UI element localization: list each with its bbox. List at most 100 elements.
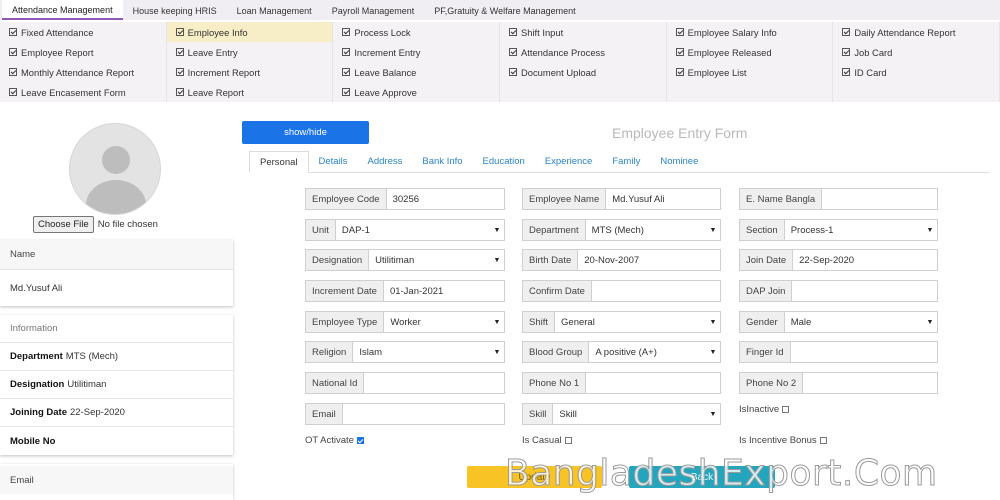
menu-item[interactable]: Employee List: [667, 62, 834, 82]
phone1-field[interactable]: Phone No 1: [522, 372, 721, 394]
nav-tab-attendance[interactable]: Attendance Management: [2, 0, 123, 20]
menu-item[interactable]: Employee Released: [667, 42, 834, 62]
choose-file-button[interactable]: Choose File: [33, 216, 94, 233]
edit-icon: [342, 88, 351, 96]
name-bangla-field[interactable]: E. Name Bangla: [739, 188, 938, 210]
menu-item[interactable]: Employee Report: [0, 42, 167, 62]
finger-id-field[interactable]: Finger Id: [739, 341, 938, 363]
checkbox-box[interactable]: [564, 437, 572, 444]
tab-bank-info[interactable]: Bank Info: [412, 151, 472, 172]
dap-join-field[interactable]: DAP Join: [739, 280, 938, 302]
phone2-field[interactable]: Phone No 2: [739, 372, 938, 394]
designation-select[interactable]: Designation Utilitiman ▼: [305, 249, 505, 271]
national-id-field[interactable]: National Id: [305, 372, 505, 394]
information-card: Information Department MTS (Mech) Designa…: [0, 315, 233, 455]
employee-name-field[interactable]: Employee Name Md.Yusuf Ali: [522, 188, 721, 210]
menu-item[interactable]: Process Lock: [333, 22, 500, 42]
is-incentive-bonus-checkbox[interactable]: Is Incentive Bonus: [739, 435, 827, 446]
edit-icon: [175, 28, 184, 36]
menu-item[interactable]: Leave Report: [167, 82, 334, 102]
confirm-date-field[interactable]: Confirm Date: [522, 280, 721, 302]
submenu-grid: Fixed Attendance Employee Info Process L…: [0, 22, 1000, 102]
department-select[interactable]: Department MTS (Mech) ▼: [522, 219, 721, 241]
dap-join-input[interactable]: [792, 281, 937, 301]
menu-empty: [500, 82, 667, 102]
birth-date-field[interactable]: Birth Date 20-Nov-2007: [522, 249, 721, 271]
tab-family[interactable]: Family: [602, 151, 650, 172]
nav-tab-loan[interactable]: Loan Management: [227, 0, 322, 20]
edit-icon: [509, 28, 517, 36]
gender-select[interactable]: Gender Male ▼: [739, 311, 938, 333]
blood-group-select[interactable]: Blood Group A positive (A+) ▼: [522, 341, 721, 363]
edit-icon: [9, 68, 17, 76]
menu-item[interactable]: Job Card: [833, 42, 1000, 62]
employee-type-select[interactable]: Employee Type Worker ▼: [305, 311, 505, 333]
edit-icon: [342, 68, 351, 76]
email-field[interactable]: Email: [305, 403, 505, 425]
menu-item[interactable]: Increment Report: [167, 62, 334, 82]
isinactive-checkbox[interactable]: IsInactive: [739, 404, 790, 415]
menu-item[interactable]: Employee Salary Info: [667, 22, 834, 42]
birth-date-input[interactable]: 20-Nov-2007: [578, 250, 720, 270]
religion-select[interactable]: Religion Islam ▼: [305, 341, 505, 363]
menu-item[interactable]: Daily Attendance Report: [833, 22, 1000, 42]
nav-tab-housekeeping[interactable]: House keeping HRIS: [123, 0, 227, 20]
checkbox-box[interactable]: [819, 437, 827, 444]
section-select[interactable]: Section Process-1 ▼: [739, 219, 938, 241]
caret-down-icon: ▼: [493, 318, 501, 326]
caret-down-icon: ▼: [709, 410, 717, 418]
tab-experience[interactable]: Experience: [535, 151, 603, 172]
menu-item-active[interactable]: Employee Info: [166, 22, 334, 42]
menu-item[interactable]: Shift Input: [500, 22, 667, 42]
menu-item[interactable]: Leave Approve: [333, 82, 500, 102]
email-header: Email: [0, 466, 233, 494]
checkbox-box[interactable]: [782, 406, 790, 413]
email-input[interactable]: [343, 404, 504, 424]
tab-nominee[interactable]: Nominee: [650, 151, 708, 172]
is-casual-checkbox[interactable]: Is Casual: [522, 435, 572, 446]
join-date-field[interactable]: Join Date 22-Sep-2020: [739, 249, 938, 271]
national-id-input[interactable]: [364, 373, 504, 393]
show-hide-button[interactable]: show/hide: [242, 121, 369, 144]
tab-personal[interactable]: Personal: [249, 151, 309, 173]
join-date-input[interactable]: 22-Sep-2020: [793, 250, 937, 270]
increment-date-input[interactable]: 01-Jan-2021: [384, 281, 504, 301]
menu-item[interactable]: Attendance Process: [500, 42, 667, 62]
tab-education[interactable]: Education: [473, 151, 535, 172]
nav-tab-payroll[interactable]: Payroll Management: [322, 0, 425, 20]
checkbox-checked[interactable]: [356, 437, 364, 444]
menu-item[interactable]: Document Upload: [500, 62, 667, 82]
unit-select[interactable]: Unit DAP-1 ▼: [305, 219, 505, 241]
menu-item[interactable]: Increment Entry: [333, 42, 500, 62]
info-designation: Designation Utilitiman: [0, 371, 233, 399]
menu-item[interactable]: Fixed Attendance: [0, 22, 167, 42]
tab-details[interactable]: Details: [309, 151, 358, 172]
phone1-input[interactable]: [586, 373, 720, 393]
employee-code-input[interactable]: 30256: [387, 189, 504, 209]
info-mobile: Mobile No: [10, 435, 56, 447]
employee-code-field[interactable]: Employee Code 30256: [305, 188, 505, 210]
skill-select[interactable]: Skill Skill ▼: [522, 403, 721, 425]
menu-item[interactable]: Leave Entry: [167, 42, 334, 62]
shift-select[interactable]: Shift General ▼: [522, 311, 721, 333]
menu-item[interactable]: Monthly Attendance Report: [0, 62, 167, 82]
edit-icon: [842, 68, 851, 76]
name-bangla-input[interactable]: [822, 189, 937, 209]
menu-item[interactable]: Leave Balance: [333, 62, 500, 82]
name-value: Md.Yusuf Ali: [10, 282, 63, 294]
caret-down-icon: ▼: [709, 226, 717, 234]
menu-item[interactable]: Leave Encasement Form: [0, 82, 167, 102]
nav-tab-pf[interactable]: PF,Gratuity & Welfare Management: [424, 0, 585, 20]
form-title: Employee Entry Form: [612, 125, 748, 141]
menu-item[interactable]: ID Card: [833, 62, 1000, 82]
confirm-date-input[interactable]: [592, 281, 720, 301]
employee-name-input[interactable]: Md.Yusuf Ali: [606, 189, 720, 209]
edit-icon: [675, 28, 684, 36]
caret-down-icon: ▼: [926, 226, 934, 234]
no-file-label: No file chosen: [97, 219, 158, 230]
increment-date-field[interactable]: Increment Date 01-Jan-2021: [305, 280, 505, 302]
finger-id-input[interactable]: [791, 342, 938, 362]
phone2-input[interactable]: [803, 373, 937, 393]
tab-address[interactable]: Address: [358, 151, 413, 172]
ot-activate-checkbox[interactable]: OT Activate: [305, 435, 364, 446]
